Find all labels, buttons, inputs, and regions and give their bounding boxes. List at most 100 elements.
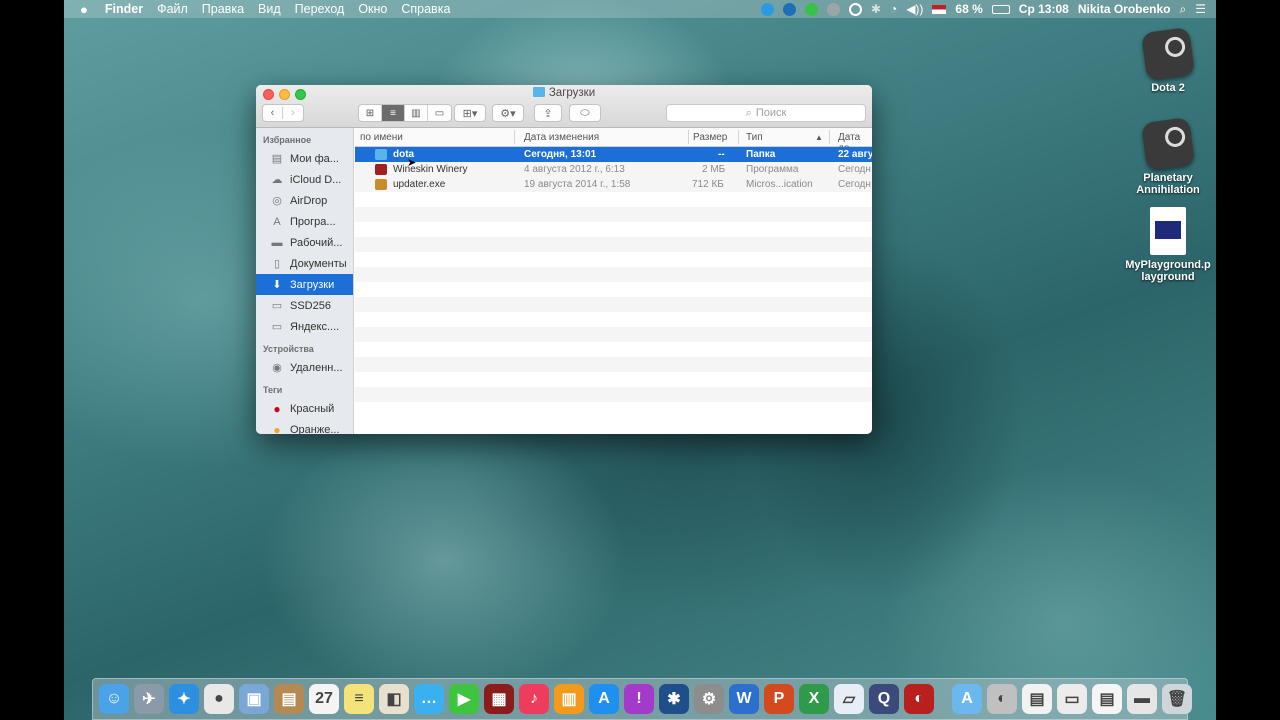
itunes-icon[interactable]: ♪ [519, 684, 549, 714]
sidebar-item-downloads[interactable]: ⬇ Загрузки [256, 274, 353, 295]
applications-folder-icon[interactable]: A [952, 684, 982, 714]
battery-percent[interactable]: 68 % [955, 2, 982, 16]
finder-icon[interactable]: ☺ [99, 684, 129, 714]
sidebar-item-icloud[interactable]: ☁ iCloud D... [256, 169, 353, 190]
menu-edit[interactable]: Правка [195, 2, 251, 16]
sidebar-item-tag-orange[interactable]: ● Оранже... [256, 419, 353, 435]
sidebar-item-ssd256[interactable]: ▭ SSD256 [256, 295, 353, 316]
sidebar-item-yandex[interactable]: ▭ Яндекс.... [256, 316, 353, 337]
sidebar-item-desktop[interactable]: ▬ Рабочий... [256, 232, 353, 253]
desktop-icon-dota2[interactable]: Dota 2 [1123, 26, 1213, 94]
ibooks-icon[interactable]: ▥ [554, 684, 584, 714]
menu-user[interactable]: Nikita Orobenko [1078, 2, 1171, 16]
sidebar-item-all-files[interactable]: ▤ Мои фа... [256, 148, 353, 169]
facetime-icon[interactable]: ▶ [449, 684, 479, 714]
battery-icon[interactable] [991, 4, 1010, 14]
wineskin-icon[interactable]: ◐ [904, 684, 934, 714]
icon-view-button[interactable]: ⊞ [359, 105, 382, 121]
xcode-icon[interactable]: ✱ [659, 684, 689, 714]
sidebar-item-remote-disc[interactable]: ◉ Удаленн... [256, 357, 353, 378]
messages-icon[interactable]: … [414, 684, 444, 714]
menu-go[interactable]: Переход [288, 2, 352, 16]
quicktime-icon[interactable]: Q [869, 684, 899, 714]
excel-icon[interactable]: X [799, 684, 829, 714]
sidebar-item-tag-red[interactable]: ● Красный [256, 398, 353, 419]
file-kind: Программа [746, 164, 799, 175]
back-button[interactable]: ‹ [263, 107, 284, 119]
keynote-icon[interactable]: ▱ [834, 684, 864, 714]
powerpoint-icon[interactable]: P [764, 684, 794, 714]
list-view-button[interactable]: ≡ [382, 105, 405, 121]
sidebar-section-favorites: Избранное [263, 135, 312, 145]
spotify-status-icon[interactable] [804, 2, 818, 16]
system-preferences-icon[interactable]: ⚙ [694, 684, 724, 714]
file-size: -- [718, 149, 725, 160]
file-row-wineskin-winery[interactable]: Wineskin Winery 4 августа 2012 г., 6:13 … [355, 162, 872, 177]
menu-help[interactable]: Справка [394, 2, 457, 16]
exe-file-icon [375, 179, 387, 190]
column-header-kind[interactable]: Тип [746, 132, 763, 143]
app-store-icon[interactable]: A [589, 684, 619, 714]
column-header-name[interactable]: по имени [360, 132, 403, 143]
cloud-sync-status-icon[interactable] [782, 2, 796, 16]
word-icon[interactable]: W [729, 684, 759, 714]
chrome-icon[interactable]: ● [204, 684, 234, 714]
forward-button[interactable]: › [283, 107, 303, 119]
menu-window[interactable]: Окно [351, 2, 394, 16]
safari-icon[interactable]: ✦ [169, 684, 199, 714]
calendar-icon[interactable]: 27 [309, 684, 339, 714]
orange-tag-icon: ● [273, 422, 281, 435]
file-row-dota[interactable]: dota Сегодня, 13:01 -- Папка 22 авгу [355, 147, 872, 162]
launchpad-icon[interactable]: ✈ [134, 684, 164, 714]
menu-file[interactable]: Файл [150, 2, 195, 16]
menu-view[interactable]: Вид [251, 2, 288, 16]
coverflow-view-button[interactable]: ▭ [428, 105, 451, 121]
spotlight-search-icon[interactable]: ⌕ [1180, 2, 1187, 17]
menu-app-finder[interactable]: Finder [98, 2, 150, 16]
skype-status-icon[interactable] [760, 2, 774, 16]
network-cloud-status-icon[interactable] [826, 2, 840, 16]
tags-button[interactable]: ⬭ [569, 104, 601, 122]
bluetooth-icon[interactable]: ✱ [871, 2, 881, 16]
sidebar-item-airdrop[interactable]: ◎ AirDrop [256, 190, 353, 211]
finder-window: Загрузки ‹ › ⊞ ≡ ▥ ▭ ⊞▾ ⚙▾ ⇪ ⬭ ⌕ Поиск И… [256, 85, 872, 434]
mouse-cursor-icon: ➤ [407, 157, 417, 169]
apple-menu-icon[interactable]: ● [64, 2, 98, 17]
sidebar-item-label: Документы [290, 257, 347, 270]
arrange-button[interactable]: ⊞▾ [454, 104, 486, 122]
notification-center-icon[interactable]: ☰ [1195, 2, 1206, 16]
file-row-updater-exe[interactable]: updater.exe 19 августа 2014 г., 1:58 712… [355, 177, 872, 192]
document-stack-icon[interactable]: ▤ [1022, 684, 1052, 714]
column-view-button[interactable]: ▥ [405, 105, 428, 121]
feedback-icon[interactable]: ! [624, 684, 654, 714]
desktop-icon-myplayground[interactable]: MyPlayground.playground [1123, 207, 1213, 283]
search-input[interactable]: ⌕ Поиск [666, 104, 866, 122]
volume-icon[interactable]: ◀)) [906, 2, 923, 16]
record-status-icon[interactable] [848, 2, 862, 16]
preview-icon[interactable]: ▣ [239, 684, 269, 714]
photo-booth-icon[interactable]: ▦ [484, 684, 514, 714]
share-button[interactable]: ⇪ [534, 104, 562, 122]
sidebar-item-applications[interactable]: A Програ... [256, 211, 353, 232]
photos-icon[interactable]: ◧ [379, 684, 409, 714]
trash-icon[interactable]: 🗑 [1162, 684, 1192, 714]
pages-stack-icon[interactable]: ▤ [1092, 684, 1122, 714]
scanner-stack-icon[interactable]: ▭ [1057, 684, 1087, 714]
contacts-icon[interactable]: ▤ [274, 684, 304, 714]
file-size: 2 МБ [702, 164, 726, 175]
sidebar-item-documents[interactable]: ▯ Документы [256, 253, 353, 274]
wineskin-stack-icon[interactable]: ◐ [987, 684, 1017, 714]
column-header-size[interactable]: Размер [693, 132, 727, 143]
column-header-date-modified[interactable]: Дата изменения [524, 132, 599, 143]
desktop-icon-planetary-annihilation[interactable]: Planetary Annihilation [1123, 116, 1213, 196]
menu-bar: ● Finder Файл Правка Вид Переход Окно Сп… [64, 0, 1216, 18]
us-flag-input-icon[interactable] [932, 4, 947, 14]
wifi-icon[interactable]: ◔ [890, 2, 897, 16]
menu-clock[interactable]: Ср 13:08 [1019, 2, 1069, 16]
downloads-stack-icon[interactable]: ▬ [1127, 684, 1157, 714]
view-mode-control: ⊞ ≡ ▥ ▭ [358, 104, 452, 122]
action-button[interactable]: ⚙▾ [492, 104, 524, 122]
sidebar-section-tags: Теги [263, 385, 283, 395]
notes-icon[interactable]: ≡ [344, 684, 374, 714]
steam-icon [1140, 26, 1196, 82]
